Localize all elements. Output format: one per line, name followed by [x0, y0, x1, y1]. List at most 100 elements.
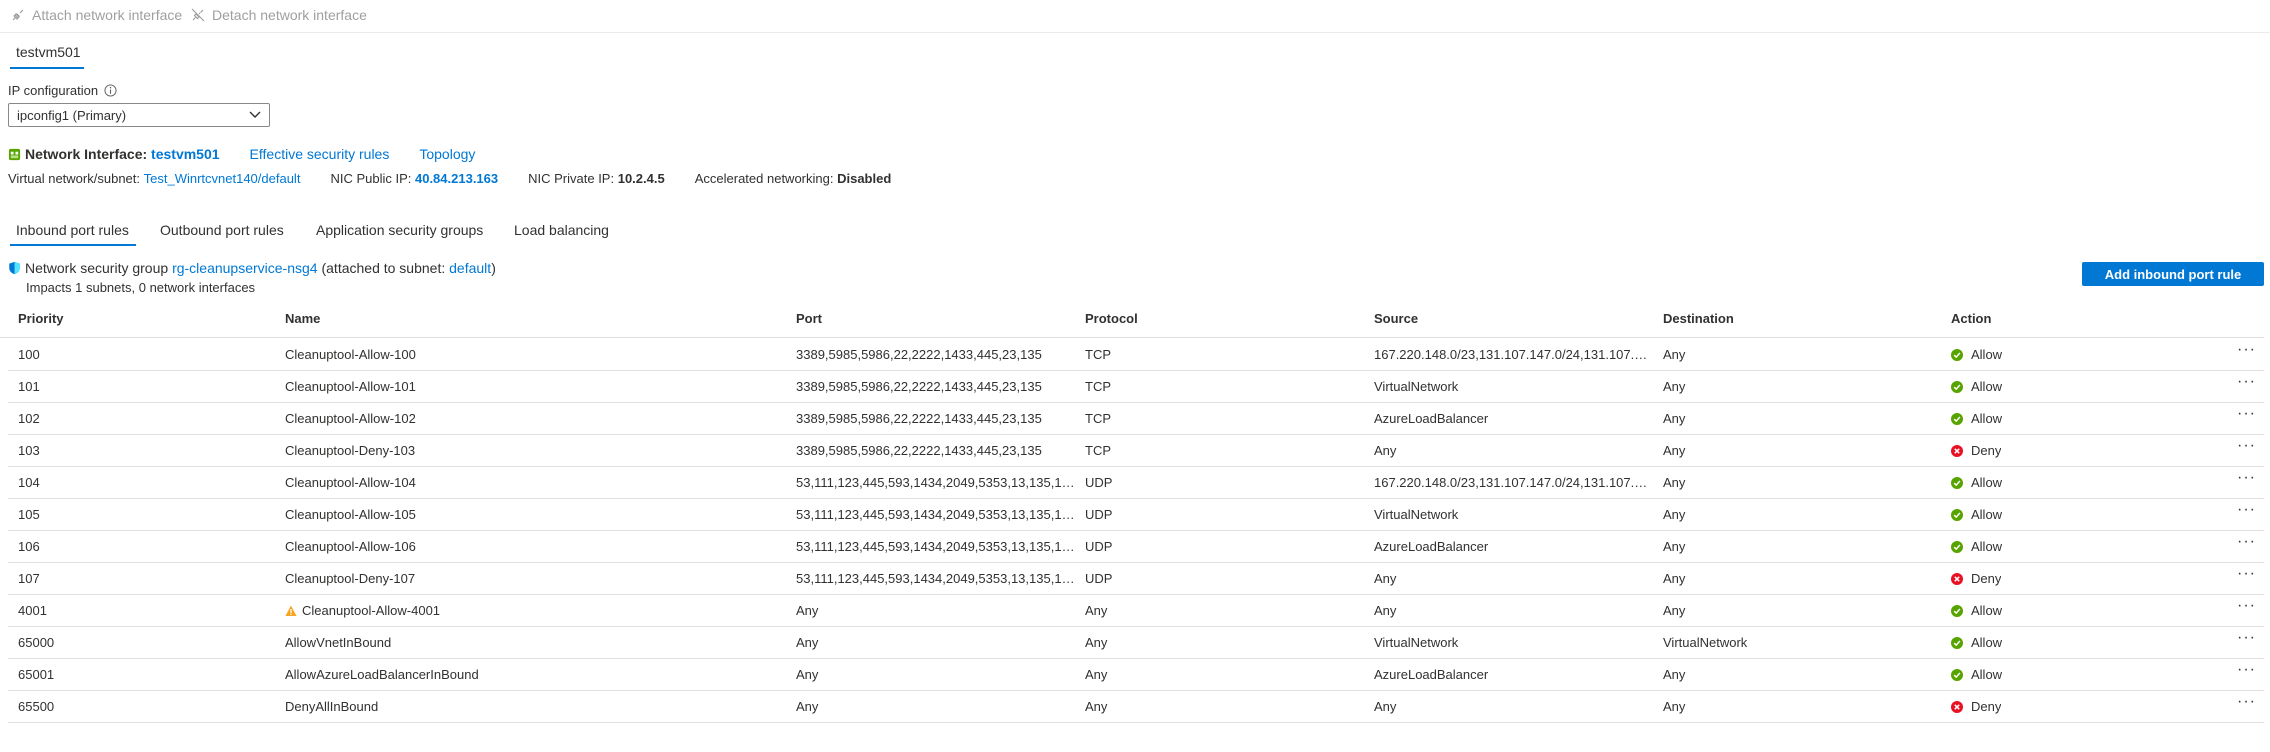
- public-ip-link[interactable]: 40.84.213.163: [415, 171, 498, 186]
- more-actions-icon[interactable]: ···: [2237, 373, 2256, 391]
- more-actions-icon[interactable]: ···: [2237, 629, 2256, 647]
- more-actions-icon[interactable]: ···: [2237, 469, 2256, 487]
- cell-destination: VirtualNetwork: [1663, 635, 1748, 650]
- info-icon[interactable]: [104, 84, 117, 97]
- cell-action: Allow: [1951, 379, 2002, 394]
- cell-port: 3389,5985,5986,22,2222,1433,445,23,135: [796, 411, 1042, 426]
- cell-name: Cleanuptool-Allow-105: [285, 507, 416, 522]
- more-actions-icon[interactable]: ···: [2237, 693, 2256, 711]
- column-header-source[interactable]: Source: [1374, 311, 1418, 326]
- chevron-down-icon: [249, 111, 261, 118]
- cell-port: 3389,5985,5986,22,2222,1433,445,23,135: [796, 443, 1042, 458]
- attach-label: Attach network interface: [32, 7, 183, 23]
- table-row[interactable]: 106 Cleanuptool-Allow-106 53,111,123,445,5…: [8, 531, 2264, 563]
- cell-protocol: TCP: [1085, 411, 1111, 426]
- nic-prefix: Network Interface:: [25, 146, 148, 162]
- cell-action: Allow: [1951, 507, 2002, 522]
- cell-destination: Any: [1663, 539, 1686, 554]
- cell-source: AzureLoadBalancer: [1374, 667, 1489, 682]
- vnet-link[interactable]: Test_Winrtcvnet140/default: [144, 171, 301, 186]
- cell-priority: 65001: [18, 667, 55, 682]
- column-header-name[interactable]: Name: [285, 311, 320, 326]
- add-inbound-port-rule-button[interactable]: Add inbound port rule: [2082, 262, 2264, 286]
- table-row[interactable]: 103 Cleanuptool-Deny-103 3389,5985,5986,22…: [8, 435, 2264, 467]
- table-row[interactable]: 104 Cleanuptool-Allow-104 53,111,123,445,5…: [8, 467, 2264, 499]
- table-row[interactable]: 65500 DenyAllInBound Any Any Any Any Deny ···: [8, 691, 2264, 723]
- cell-name: Cleanuptool-Allow-101: [285, 379, 416, 394]
- table-row[interactable]: 65001 AllowAzureLoadBalancerInBound Any Any…: [8, 659, 2264, 691]
- effective-security-rules-link[interactable]: Effective security rules: [250, 146, 390, 162]
- nsg-impacts: Impacts 1 subnets, 0 network interfaces: [26, 280, 256, 295]
- cell-name: DenyAllInBound: [285, 699, 379, 714]
- allow-check-icon: [1951, 668, 1963, 681]
- cell-port: 3389,5985,5986,22,2222,1433,445,23,135: [796, 347, 1042, 362]
- allow-check-icon: [1951, 412, 1963, 425]
- cell-protocol: Any: [1085, 699, 1108, 714]
- vm-tab[interactable]: testvm501: [16, 44, 81, 60]
- table-row[interactable]: 107 Cleanuptool-Deny-107 53,111,123,445,59…: [8, 563, 2264, 595]
- column-header-protocol[interactable]: Protocol: [1085, 311, 1138, 326]
- cell-name: Cleanuptool-Allow-4001: [285, 603, 775, 618]
- more-actions-icon[interactable]: ···: [2237, 405, 2256, 423]
- more-actions-icon[interactable]: ···: [2237, 341, 2256, 359]
- tab-outbound-port-rules[interactable]: Outbound port rules: [160, 222, 284, 238]
- column-header-action[interactable]: Action: [1951, 311, 1991, 326]
- cell-destination: Any: [1663, 443, 1686, 458]
- more-actions-icon[interactable]: ···: [2237, 565, 2256, 583]
- cell-protocol: UDP: [1085, 475, 1113, 490]
- table-row[interactable]: 102 Cleanuptool-Allow-102 3389,5985,5986,2…: [8, 403, 2264, 435]
- cell-protocol: TCP: [1085, 379, 1111, 394]
- more-actions-icon[interactable]: ···: [2237, 597, 2256, 615]
- table-row[interactable]: 4001 Cleanuptool-Allow-4001 Any Any Any Any Al…: [8, 595, 2264, 627]
- column-header-priority[interactable]: Priority: [18, 311, 64, 326]
- cell-port: 53,111,123,445,593,1434,2049,5353,13,135…: [796, 571, 1078, 586]
- cell-destination: Any: [1663, 699, 1686, 714]
- more-actions-icon[interactable]: ···: [2237, 533, 2256, 551]
- nic-name-link[interactable]: testvm501: [151, 146, 220, 162]
- table-row[interactable]: 65000 AllowVnetInBound Any Any VirtualNetwor…: [8, 627, 2264, 659]
- ip-config-selected: ipconfig1 (Primary): [17, 107, 127, 123]
- allow-check-icon: [1951, 508, 1963, 521]
- cell-protocol: Any: [1085, 635, 1108, 650]
- tab-application-security-groups[interactable]: Application security groups: [316, 222, 483, 238]
- tab-load-balancing[interactable]: Load balancing: [514, 222, 609, 238]
- table-row[interactable]: 105 Cleanuptool-Allow-105 53,111,123,445,5…: [8, 499, 2264, 531]
- more-actions-icon[interactable]: ···: [2237, 437, 2256, 455]
- cell-priority: 103: [18, 443, 40, 458]
- more-actions-icon[interactable]: ···: [2237, 501, 2256, 519]
- table-row[interactable]: 101 Cleanuptool-Allow-101 3389,5985,5986,2…: [8, 371, 2264, 403]
- ip-config-dropdown[interactable]: ipconfig1 (Primary): [8, 103, 270, 127]
- action-label: Deny: [1971, 699, 2002, 714]
- cell-protocol: UDP: [1085, 571, 1113, 586]
- action-label: Allow: [1971, 507, 2003, 522]
- accelerated-networking-value: Disabled: [837, 171, 892, 186]
- allow-check-icon: [1951, 348, 1963, 361]
- table-row[interactable]: 100 Cleanuptool-Allow-100 3389,5985,5986,2…: [8, 339, 2264, 371]
- network-interface-icon: [8, 148, 21, 160]
- subnet-link[interactable]: default: [449, 260, 491, 276]
- allow-check-icon: [1951, 380, 1963, 393]
- cell-name: Cleanuptool-Allow-100: [285, 347, 416, 362]
- nsg-name-link[interactable]: rg-cleanupservice-nsg4: [172, 260, 318, 276]
- cell-destination: Any: [1663, 667, 1686, 682]
- cell-source: Any: [1374, 443, 1397, 458]
- nsg-prefix: Network security group: [25, 260, 169, 276]
- tab-inbound-port-rules[interactable]: Inbound port rules: [16, 222, 129, 238]
- action-label: Allow: [1971, 379, 2003, 394]
- cell-source: Any: [1374, 603, 1397, 618]
- topology-link[interactable]: Topology: [419, 146, 475, 162]
- action-label: Allow: [1971, 347, 2003, 362]
- more-actions-icon[interactable]: ···: [2237, 661, 2256, 679]
- column-header-destination[interactable]: Destination: [1663, 311, 1734, 326]
- deny-x-icon: [1951, 572, 1963, 585]
- attach-network-interface-button[interactable]: Attach network interface: [10, 7, 182, 23]
- cell-destination: Any: [1663, 603, 1686, 618]
- cell-name: Cleanuptool-Deny-103: [285, 443, 416, 458]
- column-header-port[interactable]: Port: [796, 311, 822, 326]
- detach-network-interface-button[interactable]: Detach network interface: [190, 7, 367, 23]
- cell-destination: Any: [1663, 507, 1686, 522]
- public-ip-label: NIC Public IP:: [330, 171, 412, 186]
- cell-priority: 106: [18, 539, 40, 554]
- cell-name: AllowVnetInBound: [285, 635, 392, 650]
- nsg-attached-prefix: (attached to subnet:: [321, 260, 446, 276]
